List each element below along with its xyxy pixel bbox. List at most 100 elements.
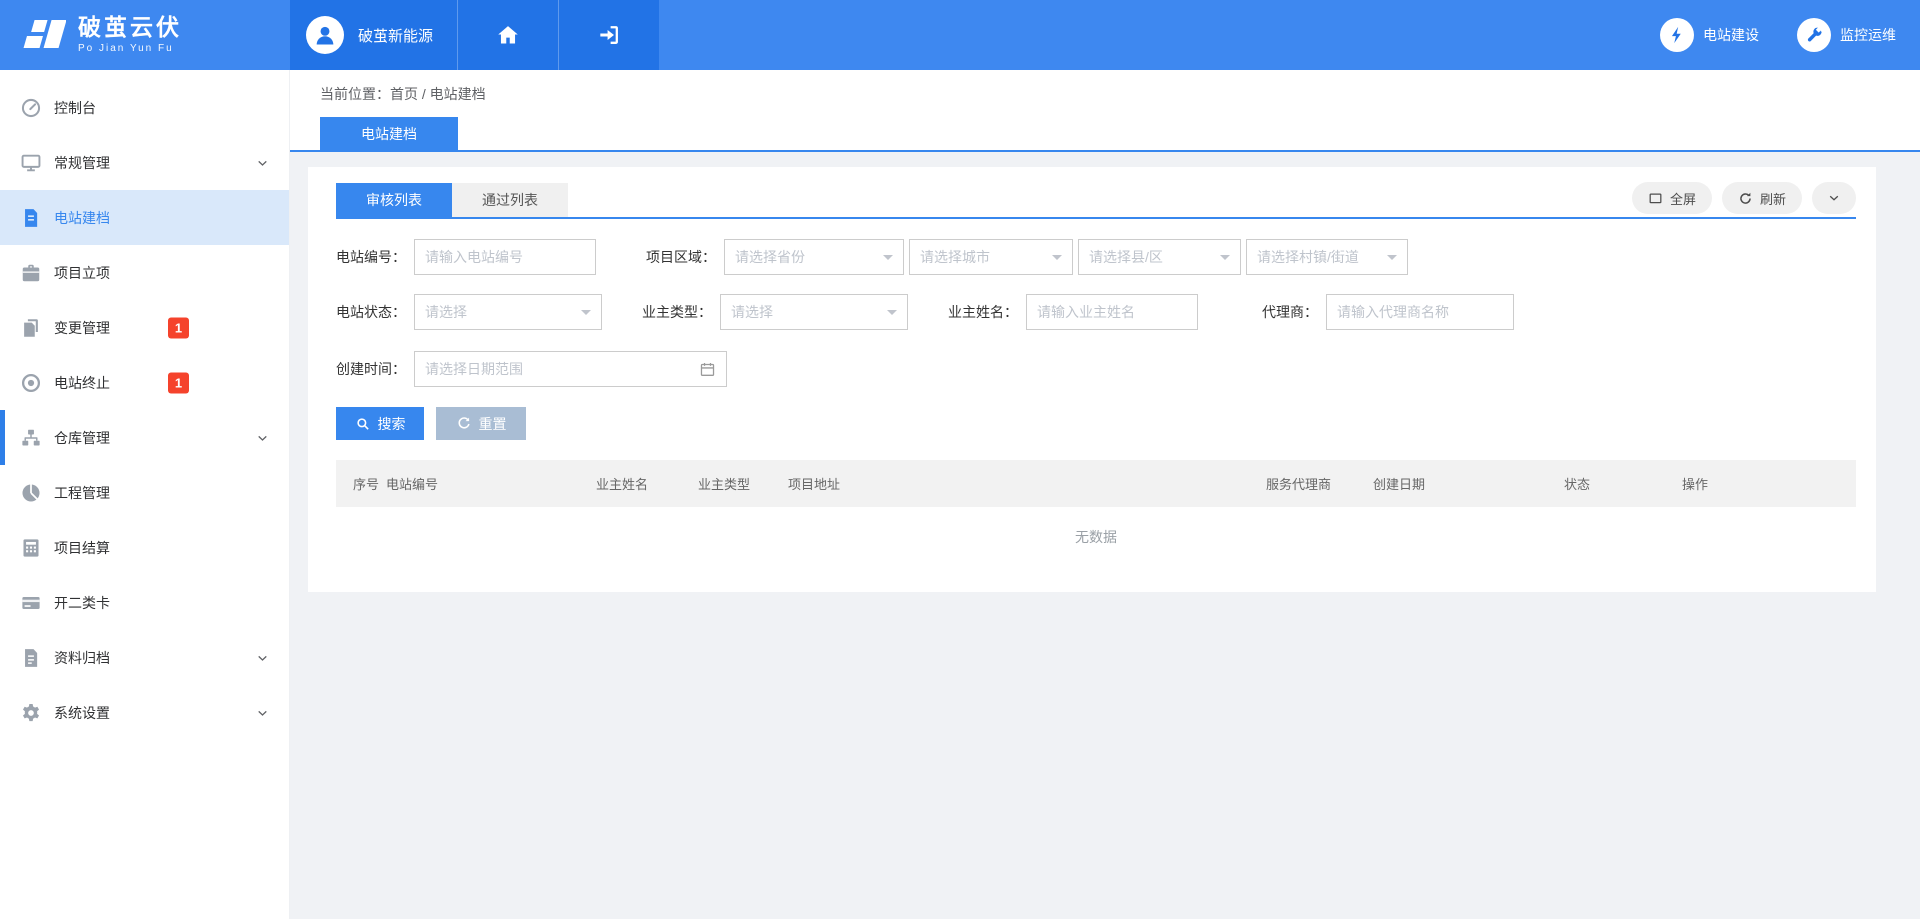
city-select[interactable]: 请选择城市 [909, 239, 1073, 275]
copy-icon [20, 317, 42, 339]
breadcrumb: 当前位置：首页 / 电站建档 [290, 70, 1920, 117]
sidebar-item-project-settlement[interactable]: 项目结算 [0, 520, 289, 575]
reset-icon [456, 416, 472, 432]
col-station-no: 电站编号 [386, 474, 596, 493]
sidebar-item-label: 控制台 [54, 98, 96, 118]
search-icon [355, 416, 371, 432]
date-range-input[interactable]: 请选择日期范围 [414, 351, 727, 387]
search-label: 搜索 [378, 414, 406, 434]
topbar-right: 电站建设 监控运维 [659, 0, 1920, 70]
sidebar-item-console[interactable]: 控制台 [0, 80, 289, 135]
topbar: 破茧云伏 Po Jian Yun Fu 破茧新能源 电站建设 监控运维 [0, 0, 1920, 70]
city-select-placeholder: 请选择城市 [920, 247, 990, 267]
chevron-down-icon [256, 651, 269, 664]
county-select-placeholder: 请选择县/区 [1089, 247, 1163, 267]
page-header: 当前位置：首页 / 电站建档 电站建档 [290, 70, 1920, 152]
owner-type-placeholder: 请选择 [731, 302, 773, 322]
sidebar-item-label: 仓库管理 [54, 428, 110, 448]
province-select[interactable]: 请选择省份 [724, 239, 904, 275]
col-owner-type: 业主类型 [698, 474, 788, 493]
station-status-label: 电站状态： [336, 302, 406, 322]
caret-down-icon [1220, 255, 1230, 265]
sidebar-item-data-archiving[interactable]: 资料归档 [0, 630, 289, 685]
owner-name-input[interactable] [1026, 294, 1198, 330]
sidebar-item-project-initiation[interactable]: 项目立项 [0, 245, 289, 300]
panel-tabs: 审核列表 通过列表 [336, 183, 568, 217]
sidebar-item-label: 电站终止 [54, 373, 110, 393]
station-no-input[interactable] [414, 239, 596, 275]
fullscreen-icon [1648, 191, 1663, 206]
breadcrumb-home[interactable]: 首页 [390, 86, 418, 102]
company-name[interactable]: 破茧新能源 [358, 25, 433, 46]
sidebar-item-general-mgmt[interactable]: 常规管理 [0, 135, 289, 190]
agent-label: 代理商： [1248, 302, 1318, 322]
caret-down-icon [581, 310, 591, 320]
filter-row-3: 创建时间： 请选择日期范围 [336, 351, 1856, 387]
sidebar-item-label: 系统设置 [54, 703, 110, 723]
sidebar-item-system-settings[interactable]: 系统设置 [0, 685, 289, 740]
reset-button[interactable]: 重置 [436, 407, 526, 440]
caret-down-icon [883, 255, 893, 265]
sidebar-item-station-archive[interactable]: 电站建档 [0, 190, 289, 245]
brand-logo-icon [20, 15, 66, 55]
station-status-placeholder: 请选择 [425, 302, 467, 322]
sidebar-item-label: 常规管理 [54, 153, 110, 173]
content: 审核列表 通过列表 全屏 刷新 [290, 152, 1920, 592]
refresh-button[interactable]: 刷新 [1722, 182, 1802, 214]
sidebar-item-label: 项目立项 [54, 263, 110, 283]
archive-file-icon [20, 647, 42, 669]
badge: 1 [168, 372, 189, 393]
sidebar-item-label: 工程管理 [54, 483, 110, 503]
village-select[interactable]: 请选择村镇/街道 [1246, 239, 1408, 275]
briefcase-icon [20, 262, 42, 284]
breadcrumb-prefix: 当前位置： [320, 86, 390, 102]
sitemap-icon [20, 427, 42, 449]
date-range-placeholder: 请选择日期范围 [425, 359, 523, 379]
sidebar-item-label: 开二类卡 [54, 593, 110, 613]
refresh-icon [1738, 191, 1753, 206]
home-button[interactable] [458, 0, 558, 70]
pie-chart-icon [20, 482, 42, 504]
tab-passed-list[interactable]: 通过列表 [452, 183, 568, 217]
owner-type-label: 业主类型： [642, 302, 712, 322]
table-empty-state: 无数据 [336, 507, 1856, 567]
panel-card: 审核列表 通过列表 全屏 刷新 [308, 167, 1876, 592]
owner-type-select[interactable]: 请选择 [720, 294, 908, 330]
col-owner-name: 业主姓名 [596, 474, 698, 493]
lightning-icon [1660, 18, 1694, 52]
village-select-placeholder: 请选择村镇/街道 [1257, 247, 1359, 267]
sidebar-item-station-termination[interactable]: 电站终止 1 [0, 355, 289, 410]
breadcrumb-separator: / [422, 86, 426, 102]
tab-review-list[interactable]: 审核列表 [336, 183, 452, 217]
search-button[interactable]: 搜索 [336, 407, 424, 440]
brand: 破茧云伏 Po Jian Yun Fu [0, 0, 290, 70]
document-icon [20, 207, 42, 229]
panel-toolbar: 全屏 刷新 [1632, 182, 1856, 214]
col-actions: 操作 [1682, 474, 1708, 493]
sidebar-item-change-mgmt[interactable]: 变更管理 1 [0, 300, 289, 355]
created-time-label: 创建时间： [336, 359, 406, 379]
county-select[interactable]: 请选择县/区 [1078, 239, 1241, 275]
sidebar-item-engineering-mgmt[interactable]: 工程管理 [0, 465, 289, 520]
shortcut-monitor-ops[interactable]: 监控运维 [1797, 18, 1896, 52]
sidebar-item-open-class2-card[interactable]: 开二类卡 [0, 575, 289, 630]
shortcut-station-build[interactable]: 电站建设 [1660, 18, 1759, 52]
sign-in-button[interactable] [559, 0, 659, 70]
owner-name-label: 业主姓名： [948, 302, 1018, 322]
shortcut-label: 电站建设 [1703, 25, 1759, 45]
col-agent: 服务代理商 [1266, 474, 1373, 493]
station-status-select[interactable]: 请选择 [414, 294, 602, 330]
wrench-icon [1797, 18, 1831, 52]
bank-card-icon [20, 592, 42, 614]
brand-name: 破茧云伏 [78, 16, 182, 39]
sidebar-item-label: 电站建档 [54, 208, 110, 228]
agent-input[interactable] [1326, 294, 1514, 330]
collapse-button[interactable] [1812, 182, 1856, 214]
filter-row-2: 电站状态： 请选择 业主类型： 请选择 业主姓名： 代理商： [336, 294, 1856, 330]
page-tab-station-archive[interactable]: 电站建档 [320, 117, 458, 150]
sidebar-item-warehouse-mgmt[interactable]: 仓库管理 [0, 410, 289, 465]
fullscreen-button[interactable]: 全屏 [1632, 182, 1712, 214]
brand-text: 破茧云伏 Po Jian Yun Fu [78, 16, 182, 54]
gauge-icon [20, 97, 42, 119]
avatar[interactable] [306, 16, 344, 54]
